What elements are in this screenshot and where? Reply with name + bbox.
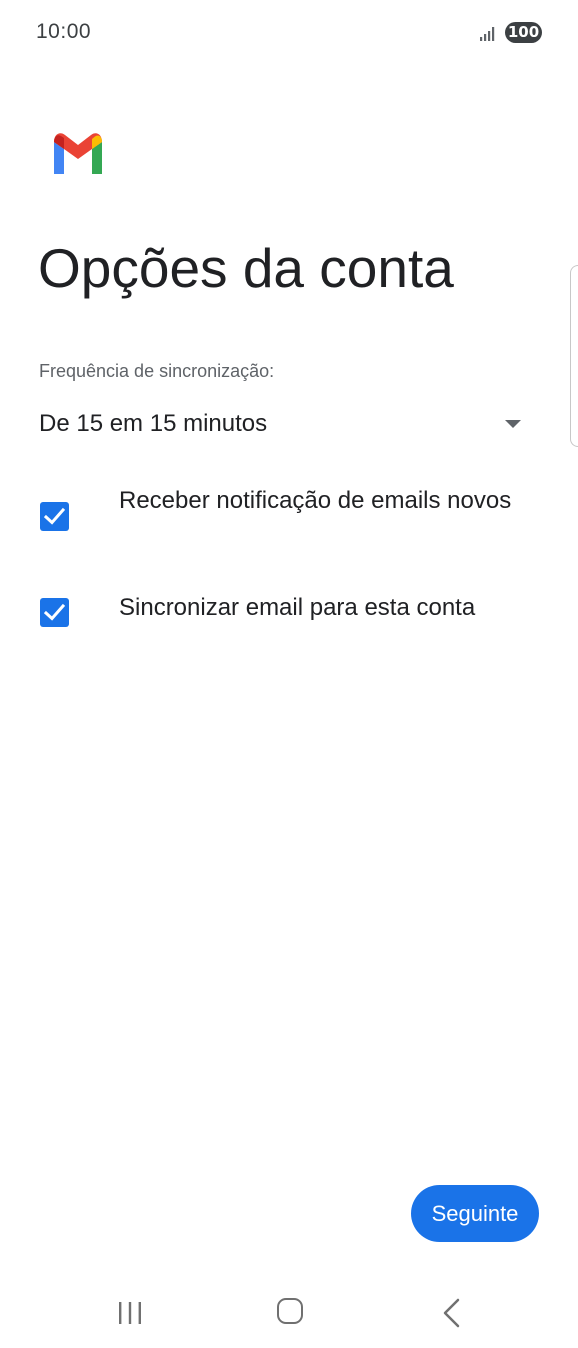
sync-email-label: Sincronizar email para esta conta — [119, 594, 476, 621]
gmail-icon — [54, 133, 102, 174]
chevron-down-icon — [505, 420, 521, 428]
sync-frequency-dropdown[interactable]: De 15 em 15 minutos — [30, 398, 530, 450]
notify-new-emails-option[interactable]: Receber notificação de emails novos — [30, 485, 550, 555]
sync-frequency-value: De 15 em 15 minutos — [39, 410, 268, 437]
home-icon[interactable] — [277, 1298, 303, 1324]
back-icon[interactable] — [441, 1298, 461, 1328]
recents-icon[interactable] — [116, 1300, 144, 1326]
next-button[interactable]: Seguinte — [411, 1185, 539, 1242]
sync-frequency-label: Frequência de sincronização: — [39, 361, 275, 381]
check-icon — [44, 603, 65, 621]
notify-new-emails-checkbox[interactable] — [40, 502, 69, 531]
navigation-bar — [0, 1280, 578, 1348]
status-bar: 10:00 100 — [0, 0, 578, 66]
sync-email-option[interactable]: Sincronizar email para esta conta — [30, 592, 550, 632]
check-icon — [44, 507, 65, 525]
status-time: 10:00 — [36, 20, 92, 43]
battery-icon: 100 — [505, 22, 542, 43]
signal-icon — [480, 27, 495, 41]
edge-panel-handle[interactable] — [570, 265, 578, 447]
page-title: Opções da conta — [38, 237, 454, 299]
notify-new-emails-label: Receber notificação de emails novos — [119, 487, 512, 514]
sync-email-checkbox[interactable] — [40, 598, 69, 627]
